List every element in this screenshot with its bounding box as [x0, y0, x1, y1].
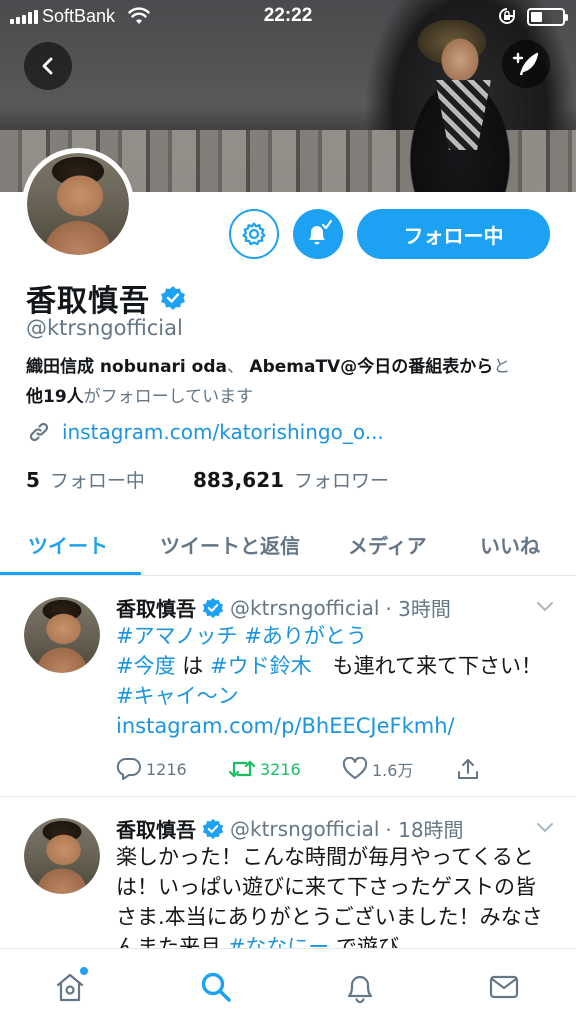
followers-label: フォロワー	[294, 470, 390, 492]
gear-icon	[242, 222, 266, 246]
tweet-text-segment: は	[175, 654, 210, 678]
mail-icon	[489, 975, 519, 999]
back-button[interactable]	[24, 42, 72, 90]
battery-icon	[527, 8, 568, 26]
following-stat[interactable]: 5 フォロー中	[26, 466, 145, 493]
hashtag[interactable]: #キャイ〜ン	[116, 684, 239, 708]
followed-by-separator: 、	[227, 357, 244, 377]
chevron-left-icon	[42, 57, 53, 75]
hashtag[interactable]: #アマノッチ	[116, 624, 238, 648]
heart-icon	[342, 757, 368, 779]
followed-by-user-2[interactable]: AbemaTV@今日の番組表から	[249, 357, 493, 377]
tweet-text: #アマノッチ #ありがとう #今度 は #ウド鈴木 も連れて来て下さい！ #キャ…	[116, 621, 556, 741]
notifications-toggle-button[interactable]	[293, 209, 343, 259]
following-count: 5	[26, 468, 40, 492]
hashtag[interactable]: #ななにー	[228, 935, 330, 948]
active-tab-indicator	[0, 572, 141, 575]
tweet[interactable]: 香取慎吾 @ktrsngofficial · 18時間 楽しかった！こんな時間が…	[0, 798, 576, 948]
tab-home[interactable]	[50, 967, 90, 1007]
avatar-image	[24, 818, 100, 894]
retweet-count: 3216	[260, 759, 301, 779]
tweet-text-segment: で遊び	[329, 935, 399, 948]
retweet-icon	[228, 760, 256, 778]
tweet-text-segment: も連れて来て下さい！	[311, 654, 542, 678]
followed-by-text-2: がフォローしています	[83, 387, 254, 407]
website-link[interactable]: instagram.com/katorishingo_o...	[62, 420, 384, 444]
verified-badge-icon	[161, 286, 185, 310]
followed-by-user-1[interactable]: 織田信成 nobunari oda	[26, 357, 227, 377]
tweet-header: 香取慎吾 @ktrsngofficial · 3時間	[116, 593, 451, 622]
tweet-author-name: 香取慎吾	[116, 597, 196, 621]
home-icon	[56, 973, 84, 1002]
followers-stat[interactable]: 883,621 フォロワー	[193, 466, 389, 493]
bell-icon	[347, 975, 373, 1004]
display-name: 香取慎吾	[26, 284, 150, 319]
bell-check-icon	[309, 219, 333, 245]
tweet-link[interactable]: instagram.com/p/BhEECJeFkmh/	[116, 714, 455, 738]
tweet-timestamp: · 18時間	[385, 818, 464, 842]
tweet-text: 楽しかった！こんな時間が毎月やってくるとは！いっぱい遊びに来て下さったゲストの皆…	[116, 842, 556, 948]
tweet[interactable]: 香取慎吾 @ktrsngofficial · 3時間 #アマノッチ #ありがとう…	[0, 577, 576, 797]
bottom-tab-bar	[0, 948, 576, 1024]
profile-name-row: 香取慎吾	[26, 276, 186, 320]
verified-badge-icon	[202, 597, 224, 618]
profile-handle: @ktrsngofficial	[26, 316, 183, 340]
hashtag[interactable]: #ウド鈴木	[210, 654, 312, 678]
orientation-lock-icon	[499, 8, 515, 24]
profile-website[interactable]: instagram.com/katorishingo_o...	[28, 420, 384, 444]
like-button[interactable]: 1.6万	[342, 757, 456, 781]
chevron-down-icon[interactable]	[536, 822, 554, 834]
tweet-text-segment: 楽しかった！こんな時間が毎月やってくるとは！いっぱい遊びに来て下さったゲストの皆…	[116, 845, 543, 948]
followers-count: 883,621	[192, 468, 285, 492]
verified-badge-icon	[202, 818, 224, 839]
tweet-avatar[interactable]	[24, 818, 100, 894]
reply-button[interactable]: 1216	[116, 757, 228, 781]
status-time: 22:22	[263, 5, 313, 26]
profile-stats: 5 フォロー中 883,621 フォロワー	[26, 466, 389, 493]
chevron-down-icon[interactable]	[536, 601, 554, 613]
tab-notifications[interactable]	[340, 967, 380, 1007]
compose-tweet-button[interactable]	[502, 40, 550, 88]
reply-count: 1216	[146, 759, 187, 779]
following-button[interactable]: フォロー中	[357, 209, 550, 259]
reply-icon	[116, 757, 141, 780]
tweet-author-handle: @ktrsngofficial	[230, 595, 380, 620]
tab-tweets-and-replies[interactable]: ツイートと返信	[160, 530, 300, 559]
following-label: フォロー中	[49, 470, 145, 492]
home-badge-dot	[80, 967, 88, 975]
followed-by-others[interactable]: 他19人	[26, 387, 84, 407]
followed-by-text-1: と	[493, 357, 511, 377]
avatar-image	[24, 597, 100, 673]
tweet-timestamp: · 3時間	[385, 597, 451, 621]
tab-search[interactable]	[196, 967, 236, 1007]
like-count: 1.6万	[372, 761, 414, 780]
link-icon	[29, 422, 49, 442]
avatar-image	[27, 153, 129, 255]
share-icon	[458, 759, 478, 779]
tweet-author-handle: @ktrsngofficial	[230, 816, 380, 841]
share-button[interactable]	[456, 757, 480, 781]
profile-tabs: ツイート ツイートと返信 メディア いいね	[0, 512, 576, 576]
search-icon	[201, 972, 231, 1002]
tweet-author-name: 香取慎吾	[116, 818, 196, 842]
followed-by-text[interactable]: 織田信成 nobunari oda、 AbemaTV@今日の番組表からと 他19…	[26, 352, 556, 412]
profile-avatar[interactable]	[22, 148, 134, 260]
compose-feather-icon	[512, 52, 539, 76]
tab-media[interactable]: メディア	[348, 530, 427, 559]
tab-messages[interactable]	[484, 967, 524, 1007]
hashtag[interactable]: #今度	[116, 654, 176, 678]
retweet-button[interactable]: 3216	[228, 758, 342, 780]
settings-button[interactable]	[229, 209, 279, 259]
tweet-header: 香取慎吾 @ktrsngofficial · 18時間	[116, 814, 464, 843]
status-bar: SoftBank 22:22	[0, 0, 576, 34]
tweet-actions: 1216 3216 1.6万	[116, 757, 480, 781]
hashtag[interactable]: #ありがとう	[244, 624, 367, 648]
tweet-avatar[interactable]	[24, 597, 100, 673]
tab-tweets[interactable]: ツイート	[28, 530, 108, 559]
tab-likes[interactable]: いいね	[480, 530, 540, 559]
